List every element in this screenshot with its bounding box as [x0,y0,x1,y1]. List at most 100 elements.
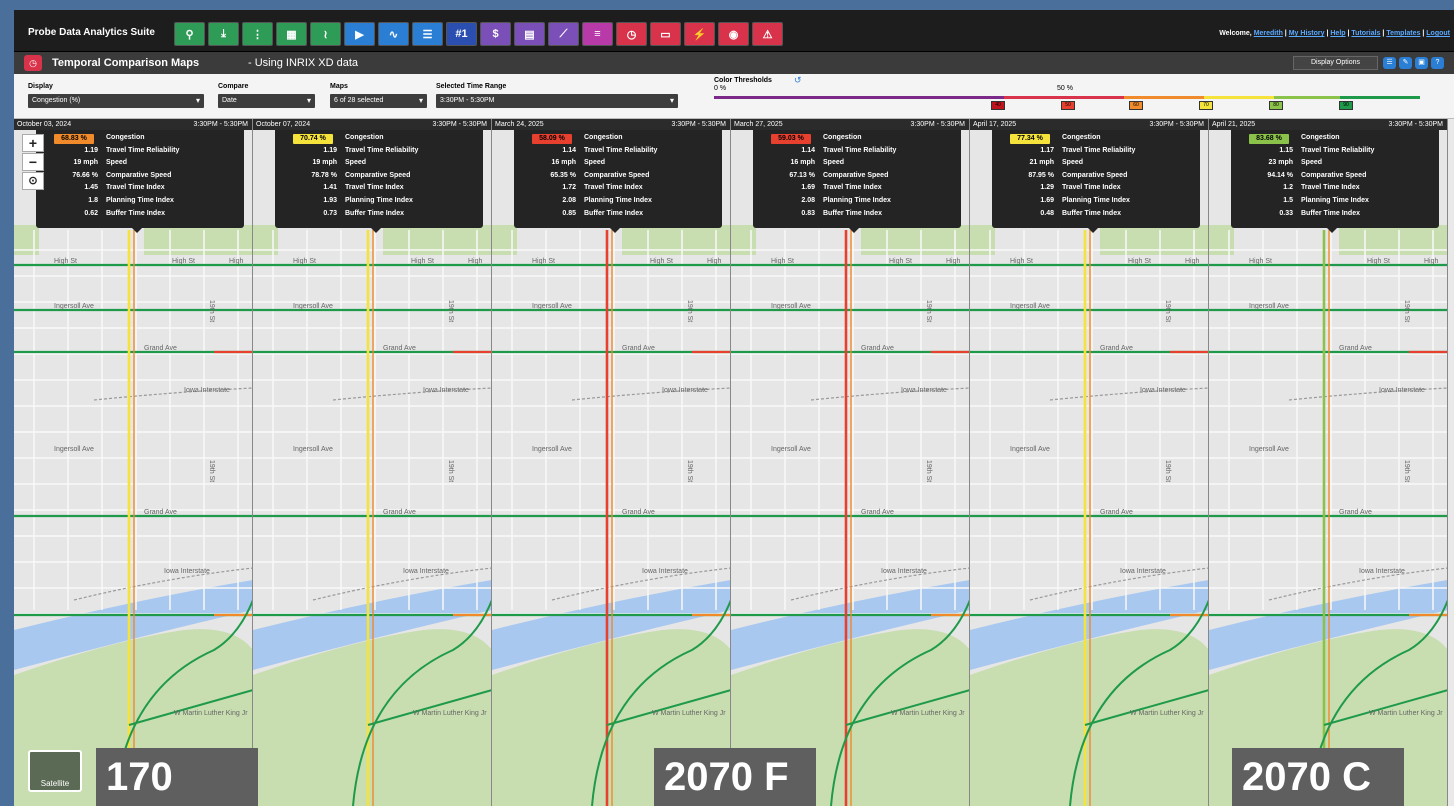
panel-header: April 21, 2025 3:30PM - 5:30PM [1209,119,1447,130]
help-icon[interactable]: ? [1431,57,1444,69]
satellite-label: Satellite [40,779,70,788]
stat-label: Congestion [584,134,623,141]
edit-icon[interactable]: ✎ [1399,57,1412,69]
panel-date: October 07, 2024 [256,121,311,128]
clock-icon[interactable]: ◷ [616,22,647,46]
map-label-high-st: High St [54,258,77,265]
satellite-toggle[interactable]: Satellite [28,750,82,792]
comparison-panel[interactable]: October 07, 2024 3:30PM - 5:30PM High St Hi… [253,119,492,806]
stat-value: 94.14 % [1267,171,1293,179]
threshold-slider[interactable] [14,74,1454,119]
stat-value: 0.33 [1279,209,1293,217]
panel-header: April 17, 2025 3:30PM - 5:30PM [970,119,1208,130]
bars-icon[interactable]: ≡ [582,22,613,46]
help-link[interactable]: Help [1330,30,1345,37]
panel-time: 3:30PM - 5:30PM [671,121,726,128]
locate-button[interactable]: ⊙ [22,172,44,190]
map-label-grand: Grand Ave [383,509,416,516]
panel-time: 3:30PM - 5:30PM [193,121,248,128]
map-label-mlk: W Martin Luther King Jr [652,710,726,717]
zoom-out-button[interactable]: − [22,153,44,171]
caption-left: 170 [96,748,258,806]
cost-icon[interactable]: $ [480,22,511,46]
magnifier-icon[interactable]: ⚲ [174,22,205,46]
stat-value: 0.85 [562,209,576,217]
rank-icon[interactable]: #1 [446,22,477,46]
stat-value: 2.08 [801,197,815,204]
download-icon[interactable]: ⤓ [208,22,239,46]
trend-icon[interactable]: ∿ [378,22,409,46]
map-label-high-st: High [468,258,483,265]
stat-label: Comparative Speed [1301,171,1367,179]
stat-value: 21 mph [1029,159,1054,167]
map-label-interstate: Iowa Interstate [423,387,469,394]
stat-row: 65.35 % Comparative Speed [514,170,722,182]
stat-value: 1.5 [1283,197,1293,204]
map-label-interstate: Iowa Interstate [164,568,210,575]
stat-label: Congestion [106,134,145,141]
stat-label: Travel Time Reliability [823,146,897,154]
play-icon[interactable]: ▶ [344,22,375,46]
logout-link[interactable]: Logout [1426,30,1450,37]
page-header: ◷ Temporal Comparison Maps - Using INRIX… [14,52,1454,74]
stat-label: Comparative Speed [345,171,411,179]
stat-label: Congestion [345,134,384,141]
incident-icon[interactable]: ⚡ [684,22,715,46]
display-options-button[interactable]: Display Options [1293,56,1378,70]
map-label-19th: 19th St [447,460,454,482]
map-label-ingersoll: Ingersoll Ave [1249,303,1289,310]
clock-icon: ◷ [24,55,42,71]
map-label-ingersoll: Ingersoll Ave [1249,446,1289,453]
layers-icon[interactable]: ☰ [1383,57,1396,69]
stat-row: 0.62 Buffer Time Index [36,208,244,220]
map-label-high-st: High [1185,258,1200,265]
zoom-in-button[interactable]: + [22,134,44,152]
history-link[interactable]: My History [1289,30,1325,37]
settings-icon[interactable]: ▣ [1415,57,1428,69]
threshold-marker[interactable]: 50 [1061,101,1075,110]
stat-row: 0.48 Buffer Time Index [992,208,1200,220]
comparison-panel[interactable]: March 27, 2025 3:30PM - 5:30PM High St High… [731,119,970,806]
panel-date: April 17, 2025 [973,121,1017,128]
route-icon[interactable]: ≀ [310,22,341,46]
table-icon[interactable]: ▤ [514,22,545,46]
stats-tooltip: 77.34 % Congestion 1.17 Travel Time Reliabi… [992,130,1200,233]
threshold-marker[interactable]: 60 [1129,101,1143,110]
map-label-19th: 19th St [1403,300,1410,322]
threshold-marker[interactable]: 90 [1339,101,1353,110]
comparison-panel[interactable]: March 24, 2025 3:30PM - 5:30PM High St High… [492,119,731,806]
stat-value: 2.08 [562,197,576,204]
bus-icon[interactable]: ▭ [650,22,681,46]
list-icon[interactable]: ☰ [412,22,443,46]
threshold-marker[interactable]: 40 [991,101,1005,110]
comparison-panel[interactable]: October 03, 2024 3:30PM - 5:30PM High St Hi… [14,119,253,806]
network-icon[interactable]: ⟋ [548,22,579,46]
templates-link[interactable]: Templates [1386,30,1420,37]
heatmap-icon[interactable]: ▦ [276,22,307,46]
threshold-marker[interactable]: 80 [1269,101,1283,110]
map-label-mlk: W Martin Luther King Jr [891,710,965,717]
corridor-icon[interactable]: ⋮ [242,22,273,46]
panel-date: October 03, 2024 [17,121,72,128]
threshold-marker[interactable]: 70 [1199,101,1213,110]
gauge-icon[interactable]: ◉ [718,22,749,46]
map-label-grand: Grand Ave [144,345,177,352]
alert-icon[interactable]: ⚠ [752,22,783,46]
map-label-ingersoll: Ingersoll Ave [293,446,333,453]
panel-time: 3:30PM - 5:30PM [432,121,487,128]
comparison-panel[interactable]: April 17, 2025 3:30PM - 5:30PM High St High… [970,119,1209,806]
stat-label: Speed [106,159,128,167]
stat-label: Travel Time Index [1301,184,1360,192]
stat-value: 1.41 [323,184,337,192]
welcome-bar: Welcome, Meredith | My History | Help | … [1219,30,1450,37]
stat-row: 83.68 % Congestion [1231,132,1439,144]
tutorials-link[interactable]: Tutorials [1351,30,1380,37]
panel-header: October 07, 2024 3:30PM - 5:30PM [253,119,491,130]
stat-row: 67.13 % Comparative Speed [753,170,961,182]
stat-label: Travel Time Reliability [345,146,419,154]
user-link[interactable]: Meredith [1254,30,1283,37]
caption-middle: 2070 F [654,748,816,806]
stat-value: 1.45 [84,184,98,192]
comparison-panel[interactable]: April 21, 2025 3:30PM - 5:30PM High St High… [1209,119,1448,806]
stat-row: 1.45 Travel Time Index [36,182,244,194]
